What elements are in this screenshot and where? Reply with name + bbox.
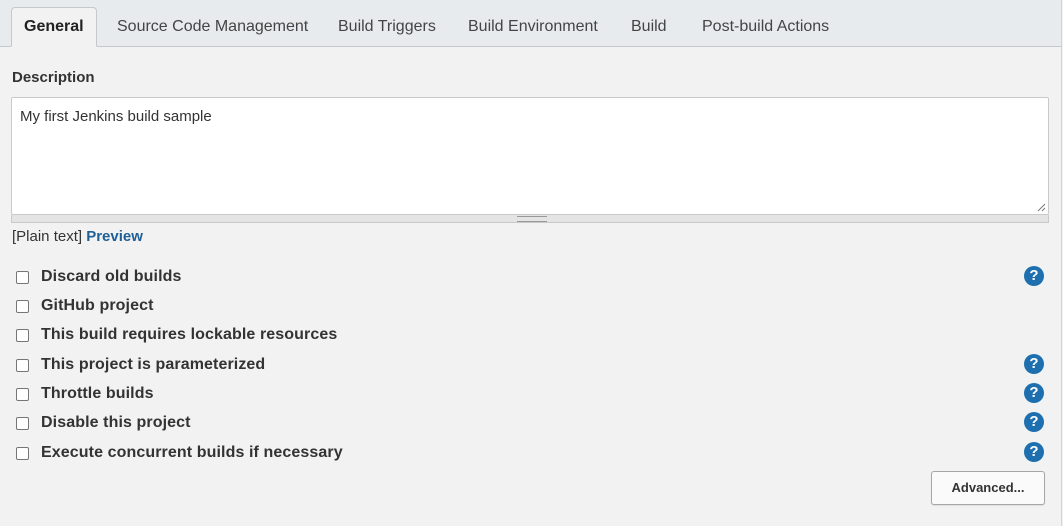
- description-textarea[interactable]: My first Jenkins build sample: [11, 97, 1049, 215]
- option-github-project: GitHub project: [16, 296, 154, 316]
- description-label: Description: [12, 69, 95, 86]
- option-parameterized: This project is parameterized: [16, 355, 265, 375]
- option-label: Disable this project: [41, 414, 191, 431]
- checkbox-lockable-resources[interactable]: [16, 328, 29, 342]
- advanced-button[interactable]: Advanced...: [931, 471, 1045, 505]
- grip-lines-icon: [517, 216, 547, 222]
- general-section: Description My first Jenkins build sampl…: [0, 47, 1062, 526]
- help-icon[interactable]: ?: [1024, 383, 1044, 403]
- checkbox-parameterized[interactable]: [16, 358, 29, 372]
- tab-build-triggers[interactable]: Build Triggers: [338, 7, 436, 46]
- option-disable-project: Disable this project: [16, 413, 191, 433]
- tab-general[interactable]: General: [11, 7, 97, 47]
- textarea-grip[interactable]: [11, 215, 1049, 223]
- help-icon[interactable]: ?: [1024, 412, 1044, 432]
- checkbox-discard-old-builds[interactable]: [16, 270, 29, 284]
- option-label: Discard old builds: [41, 268, 182, 285]
- markup-format-label: [Plain text]: [12, 228, 83, 245]
- tab-source-code-management[interactable]: Source Code Management: [117, 7, 308, 46]
- preview-link[interactable]: Preview: [86, 228, 143, 245]
- option-throttle-builds: Throttle builds: [16, 384, 154, 404]
- checkbox-throttle-builds[interactable]: [16, 387, 29, 401]
- option-discard-old-builds: Discard old builds: [16, 267, 182, 287]
- markup-format-row: [Plain text] Preview: [12, 228, 143, 245]
- checkbox-disable-project[interactable]: [16, 416, 29, 430]
- resize-handle-icon[interactable]: [1036, 202, 1046, 212]
- tab-build[interactable]: Build: [631, 7, 667, 46]
- option-label: This build requires lockable resources: [41, 326, 338, 343]
- config-tabbar: General Source Code Management Build Tri…: [0, 0, 1062, 47]
- description-value: My first Jenkins build sample: [20, 108, 212, 125]
- checkbox-github-project[interactable]: [16, 299, 29, 313]
- option-label: Throttle builds: [41, 385, 154, 402]
- tab-post-build-actions[interactable]: Post-build Actions: [702, 7, 829, 46]
- option-label: This project is parameterized: [41, 356, 266, 373]
- help-icon[interactable]: ?: [1024, 354, 1044, 374]
- option-concurrent-builds: Execute concurrent builds if necessary: [16, 443, 343, 463]
- tab-build-environment[interactable]: Build Environment: [468, 7, 598, 46]
- option-label: GitHub project: [41, 297, 154, 314]
- option-lockable-resources: This build requires lockable resources: [16, 325, 337, 345]
- option-label: Execute concurrent builds if necessary: [41, 444, 343, 461]
- help-icon[interactable]: ?: [1024, 442, 1044, 462]
- help-icon[interactable]: ?: [1024, 266, 1044, 286]
- checkbox-concurrent-builds[interactable]: [16, 446, 29, 460]
